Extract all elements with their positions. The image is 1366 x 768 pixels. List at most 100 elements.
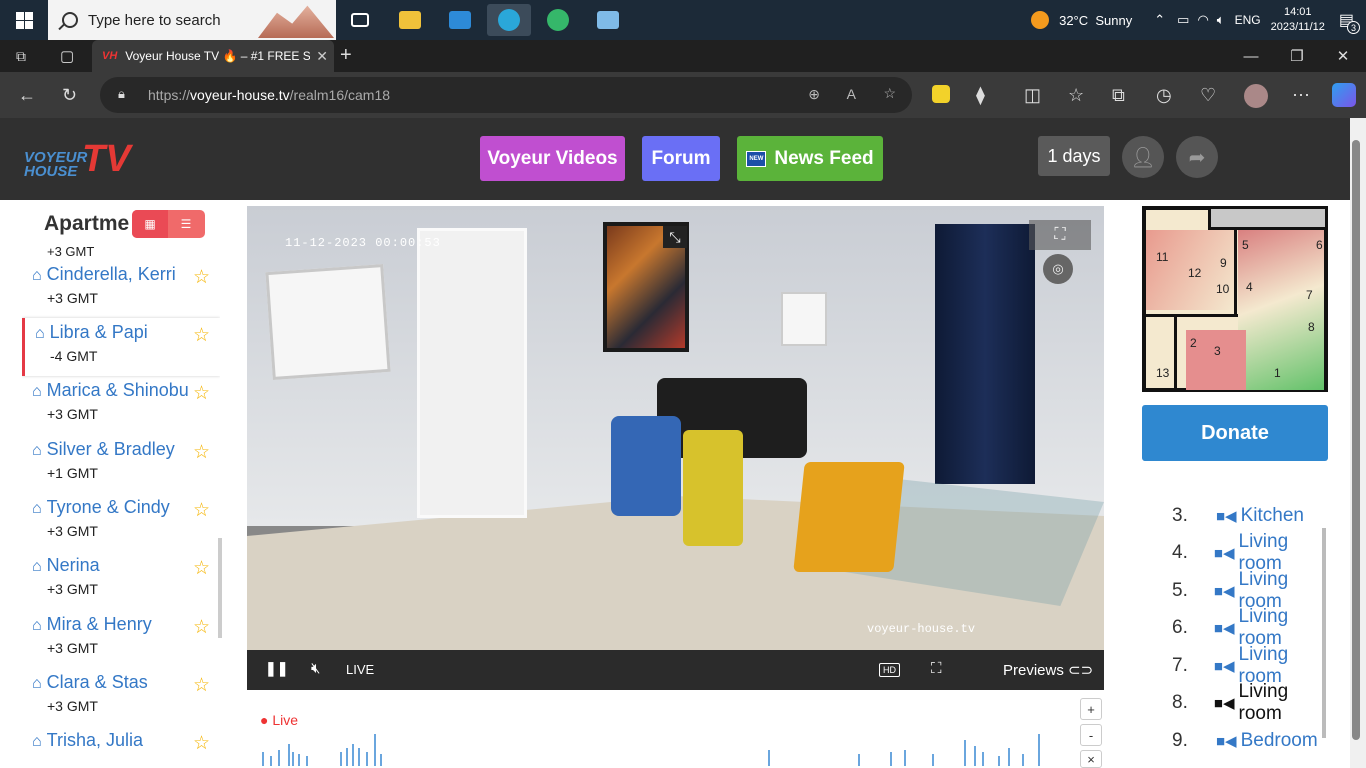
favorite-star-icon[interactable]: ☆	[193, 441, 210, 464]
apartment-item[interactable]: ⌂ Marica & Shinobu +3 GMT ☆	[22, 376, 220, 434]
tab-close-icon[interactable]: ✕	[316, 48, 328, 65]
page-scrollbar-thumb[interactable]	[1352, 140, 1360, 740]
previews-toggle[interactable]: Previews ⊂⊃	[1003, 661, 1093, 679]
camera-link[interactable]: 3. ■◀ Kitchen	[1172, 498, 1332, 534]
workspaces-icon[interactable]: ⧉	[16, 48, 26, 65]
grid-view-icon[interactable]: ▦	[132, 210, 168, 238]
extension-icon[interactable]	[932, 85, 950, 103]
camera-list-scrollbar[interactable]	[1322, 528, 1326, 738]
performance-icon[interactable]: ♡	[1200, 85, 1216, 106]
weather-text[interactable]: Sunny	[1095, 13, 1132, 28]
favorite-star-icon[interactable]: ☆	[193, 674, 210, 697]
read-aloud-icon[interactable]: A	[847, 86, 856, 102]
favorite-star-icon[interactable]: ☆	[193, 557, 210, 580]
favorites-icon[interactable]: ☆	[1068, 85, 1084, 106]
wifi-icon[interactable]: ◠	[1197, 12, 1208, 28]
close-window-button[interactable]: ✕	[1320, 40, 1366, 72]
apartment-item[interactable]: ⌂ Cinderella, Kerri +3 GMT ☆	[22, 260, 220, 318]
apartment-item[interactable]: ⌂ Silver & Bradley +1 GMT ☆	[22, 435, 220, 493]
copilot-icon[interactable]	[1332, 83, 1356, 107]
tab-active[interactable]: VH Voyeur House TV 🔥 – #1 FREE S ✕	[92, 40, 334, 72]
camera-link[interactable]: 6. ■◀ Living room	[1172, 606, 1332, 649]
timeline-bar	[1008, 748, 1010, 766]
list-view-icon[interactable]: ☰	[168, 210, 204, 238]
apartment-item-selected[interactable]: ⌂ Libra & Papi -4 GMT ☆	[22, 318, 220, 376]
refresh-icon[interactable]: ↻	[62, 85, 77, 106]
history-icon[interactable]: ◷	[1156, 85, 1172, 106]
days-badge[interactable]: 1 days	[1038, 136, 1110, 176]
lock-icon[interactable]: 🔒︎	[118, 86, 125, 102]
voyeur-videos-button[interactable]: Voyeur Videos	[480, 136, 625, 181]
apartment-name: Clara & Stas	[46, 672, 148, 692]
split-screen-icon[interactable]: ◫	[1024, 85, 1041, 106]
favorite-star-icon[interactable]: ☆	[883, 85, 896, 102]
favorite-star-icon[interactable]: ☆	[193, 616, 210, 639]
camera-link-selected[interactable]: 8. ■◀ Living room	[1172, 681, 1332, 724]
address-bar[interactable]: 🔒︎ https://voyeur-house.tv/realm16/cam18…	[100, 77, 912, 113]
timeline-zoom-out-button[interactable]: -	[1080, 724, 1102, 746]
favorite-star-icon[interactable]: ☆	[193, 732, 210, 755]
timeline-bar	[380, 754, 382, 766]
donate-button[interactable]: Donate	[1142, 405, 1328, 461]
camera-link[interactable]: 4. ■◀ Living room	[1172, 531, 1332, 574]
clock[interactable]: 14:01 2023/11/12	[1271, 5, 1325, 35]
fullscreen-icon[interactable]: ⛶	[931, 660, 942, 677]
share-icon[interactable]: ➦	[1176, 136, 1218, 178]
user-account-icon[interactable]: 👤︎	[1122, 136, 1164, 178]
favorite-star-icon[interactable]: ☆	[193, 266, 210, 289]
camera-switch-icon[interactable]: ◎	[1043, 254, 1073, 284]
edge-can-app[interactable]	[536, 4, 580, 36]
timeline-zoom-in-button[interactable]: +	[1080, 698, 1102, 720]
task-view-button[interactable]	[338, 4, 382, 36]
notifications-icon[interactable]: ▤ 3	[1339, 10, 1360, 34]
minimize-button[interactable]: —	[1228, 40, 1274, 72]
extensions-puzzle-icon[interactable]: ⧫	[976, 85, 985, 106]
apartment-item[interactable]: ⌂ Nerina +3 GMT ☆	[22, 551, 220, 609]
back-icon[interactable]: ←	[18, 85, 36, 106]
live-video-player[interactable]: 11-12-2023 00:00:53 voyeur-house.tv ⤡ ⛶ …	[247, 206, 1104, 690]
activity-timeline[interactable]	[258, 728, 1078, 766]
remote-desktop-app[interactable]	[586, 4, 630, 36]
more-menu-icon[interactable]: ⋯	[1292, 85, 1310, 106]
news-feed-button[interactable]: NEW News Feed	[737, 136, 883, 181]
zoom-icon[interactable]: ⊕	[808, 86, 820, 103]
apartment-item[interactable]: ⌂ Mira & Henry +3 GMT ☆	[22, 610, 220, 668]
apartment-item[interactable]: ⌂ Tyrone & Cindy +3 GMT ☆	[22, 493, 220, 551]
favorite-star-icon[interactable]: ☆	[193, 382, 210, 405]
mute-icon[interactable]: 🔇︎	[311, 660, 320, 677]
apartment-item[interactable]: ⌂ Clara & Stas +3 GMT ☆	[22, 668, 220, 726]
weather-sun-icon[interactable]	[1031, 11, 1050, 29]
favorite-star-icon[interactable]: ☆	[193, 499, 210, 522]
meet-now-icon[interactable]: ▭	[1177, 12, 1189, 28]
mail-app[interactable]	[438, 4, 482, 36]
video-camera-icon: ■◀	[1216, 733, 1237, 750]
favorite-star-icon[interactable]: ☆	[193, 324, 210, 347]
sidebar-scrollbar[interactable]	[218, 538, 222, 638]
site-logo[interactable]: VOYEUR HOUSE TV	[24, 136, 146, 182]
timeline-close-button[interactable]: ×	[1080, 750, 1102, 768]
new-tab-button[interactable]: +	[340, 44, 352, 67]
apartment-item[interactable]: ⌂ Trisha, Julia ☆	[22, 726, 220, 768]
hd-icon[interactable]: HD	[879, 663, 900, 677]
camera-link[interactable]: 9. ■◀ Bedroom	[1172, 723, 1332, 759]
camera-link[interactable]: 7. ■◀ Living room	[1172, 644, 1332, 687]
tray-chevron-icon[interactable]: ⌃	[1154, 12, 1165, 28]
weather-temp[interactable]: 32°C	[1059, 13, 1088, 28]
camera-link[interactable]: 5. ■◀ Living room	[1172, 569, 1332, 612]
floor-plan-label: 4	[1246, 280, 1253, 294]
pause-icon[interactable]: ❚❚	[265, 660, 288, 677]
language-indicator[interactable]: ENG	[1235, 13, 1261, 27]
taskbar-search[interactable]: Type here to search	[48, 0, 336, 40]
exit-fullscreen-icon[interactable]: ⤡	[663, 226, 687, 248]
edge-app[interactable]	[487, 4, 531, 36]
restore-button[interactable]: ❐	[1274, 40, 1320, 72]
floor-plan[interactable]: 11 12 9 10 5 6 4 7 8 2 3 13 1	[1142, 206, 1328, 392]
file-explorer-app[interactable]	[388, 4, 432, 36]
snapshot-icon[interactable]: ⛶	[1029, 220, 1091, 250]
tab-actions-icon[interactable]: ▢	[60, 47, 74, 65]
profile-avatar[interactable]	[1244, 84, 1268, 108]
collections-icon[interactable]: ⧉	[1112, 85, 1125, 106]
start-button[interactable]	[0, 0, 48, 40]
forum-button[interactable]: Forum	[642, 136, 720, 181]
volume-icon[interactable]: 🔈︎	[1217, 12, 1225, 28]
